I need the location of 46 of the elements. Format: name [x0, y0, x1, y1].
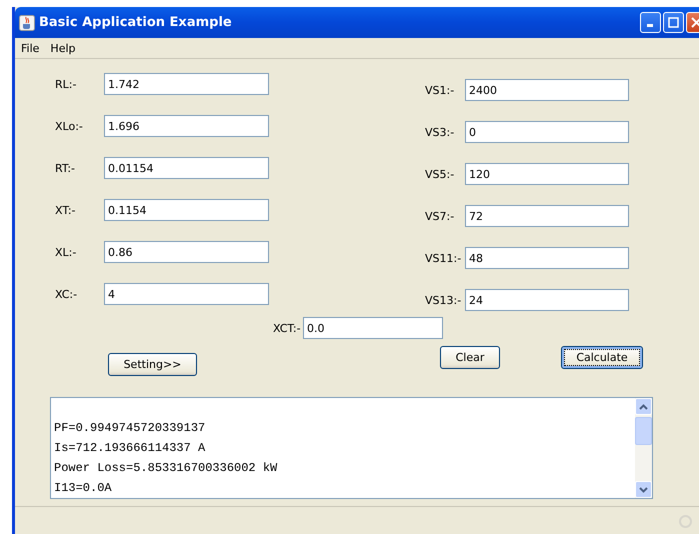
menu-item[interactable]: File — [18, 42, 48, 54]
scroll-thumb[interactable] — [635, 417, 652, 445]
field-label: VS13:- — [425, 294, 462, 306]
minimize-button[interactable] — [640, 12, 661, 33]
maximize-button[interactable] — [663, 12, 684, 33]
field-label: XL:- — [55, 246, 78, 258]
input-field[interactable]: 0 — [465, 121, 629, 143]
field-label: VS11:- — [425, 252, 462, 264]
field-label: XC:- — [55, 288, 78, 300]
input-field[interactable]: 4 — [104, 283, 269, 305]
input-field[interactable]: 2400 — [465, 79, 629, 101]
output-line: PF=0.9949745720339137 — [54, 420, 206, 437]
menu-item[interactable]: Help — [47, 42, 84, 54]
field-label: XT:- — [55, 204, 77, 216]
field-label: VS1:- — [425, 84, 456, 96]
action-button[interactable]: Clear — [440, 346, 500, 369]
close-icon — [691, 17, 699, 28]
input-field[interactable]: 0.01154 — [104, 157, 269, 179]
coffee-cup-icon — [19, 14, 35, 30]
input-field[interactable]: 0.0 — [303, 317, 443, 339]
field-label: XCT:- — [273, 322, 302, 334]
input-field[interactable]: 0.1154 — [104, 199, 269, 221]
input-field[interactable]: 1.696 — [104, 115, 269, 137]
field-label: XLo:- — [55, 120, 84, 132]
output-line: I13=0.0A — [54, 480, 113, 497]
scroll-up-icon[interactable] — [635, 398, 652, 415]
field-label: RT:- — [55, 162, 76, 174]
field-label: VS3:- — [425, 126, 456, 138]
output-line: Is=712.193666114337 A — [54, 440, 206, 457]
output-line: Power Loss=5.853316700336002 kW — [54, 460, 278, 477]
output-text-area[interactable]: PF=0.9949745720339137 Is=712.193666114337 A Power Loss=5.853316700336002 kW I13=0.0A — [50, 397, 653, 499]
field-label: VS7:- — [425, 210, 456, 222]
input-field[interactable]: 72 — [465, 205, 629, 227]
input-field[interactable]: 24 — [465, 289, 629, 311]
scroll-down-icon[interactable] — [635, 481, 652, 498]
input-field[interactable]: 0.86 — [104, 241, 269, 263]
maximize-icon — [668, 17, 679, 28]
window-title: Basic Application Example — [39, 15, 232, 30]
action-button[interactable]: Calculate — [561, 346, 643, 369]
input-field[interactable]: 1.742 — [104, 73, 269, 95]
field-label: RL:- — [55, 78, 78, 90]
input-field[interactable]: 48 — [465, 247, 629, 269]
field-label: VS5:- — [425, 168, 456, 180]
action-button[interactable]: Setting>> — [108, 353, 197, 376]
scrollbar[interactable] — [635, 398, 652, 498]
input-field[interactable]: 120 — [465, 163, 629, 185]
